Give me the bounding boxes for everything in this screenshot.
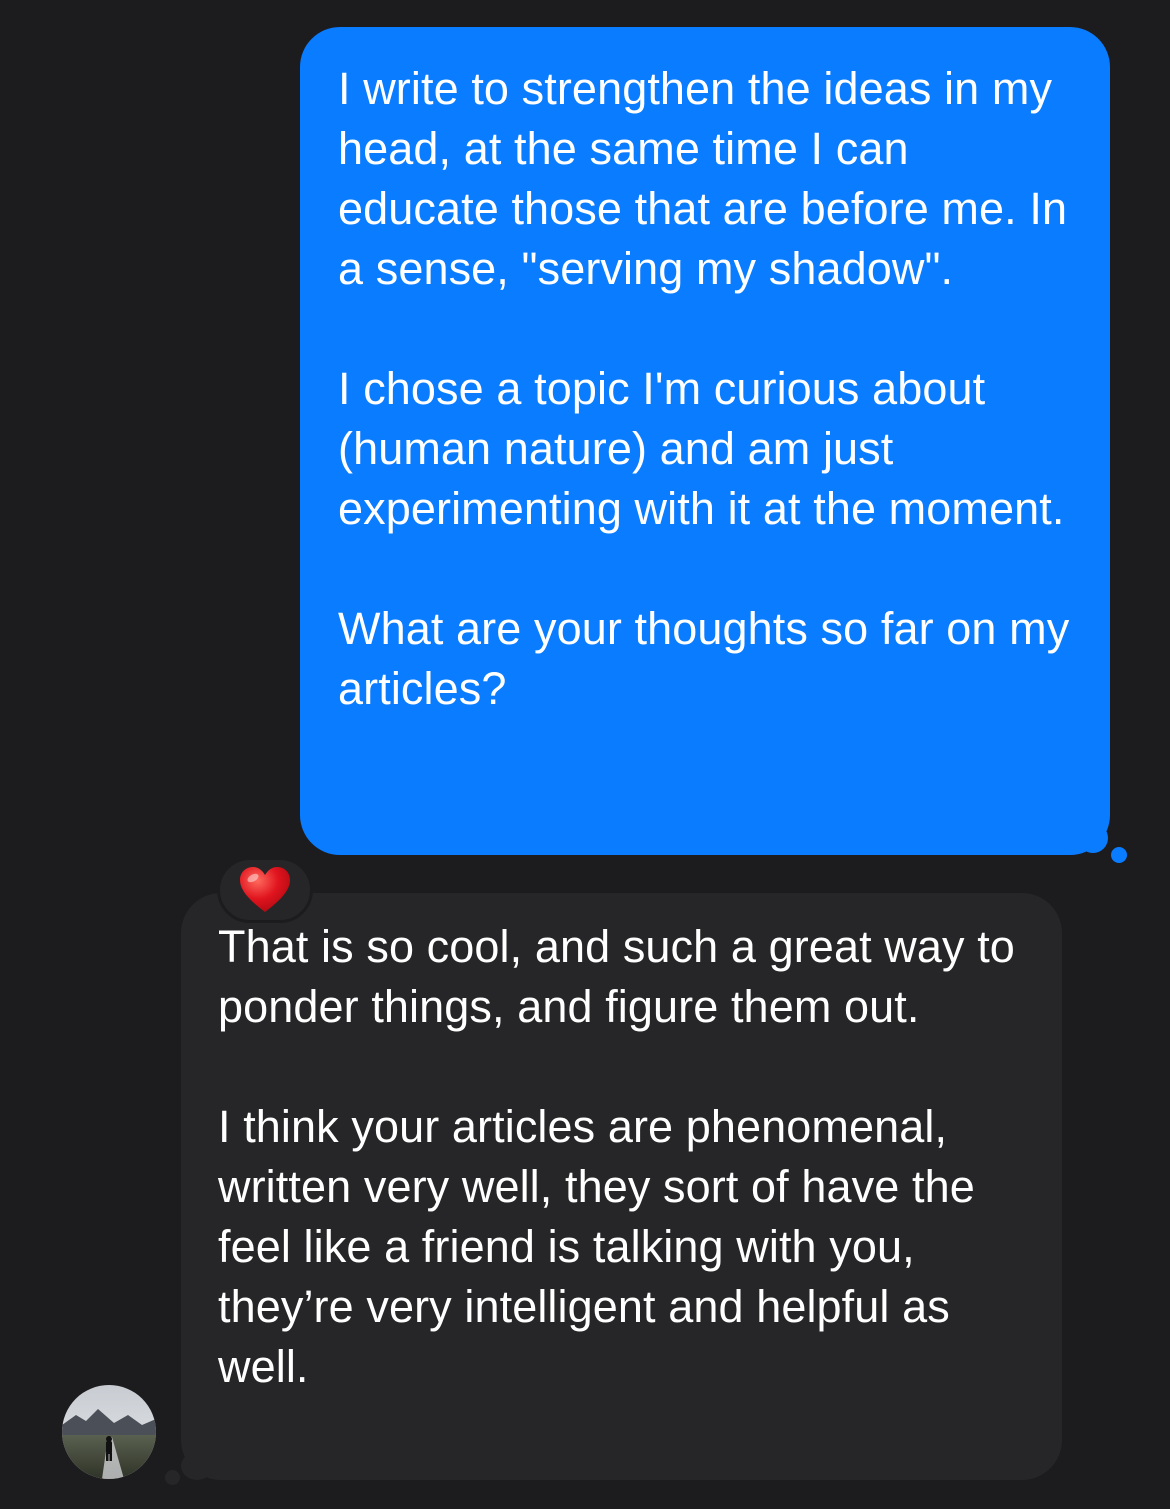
outgoing-message-paragraph-1: I write to strengthen the ideas in my he… xyxy=(338,63,1068,294)
outgoing-bubble-tail xyxy=(1078,823,1108,853)
incoming-message-paragraph-1: That is so cool, and such a great way to… xyxy=(218,921,1015,1032)
outgoing-bubble-tail-dot xyxy=(1111,847,1127,863)
outgoing-message-bubble[interactable]: I write to strengthen the ideas in my he… xyxy=(300,27,1110,855)
incoming-bubble-tail-dot xyxy=(165,1470,180,1485)
outgoing-message-paragraph-2: I chose a topic I'm curious about (human… xyxy=(338,363,1065,534)
contact-avatar[interactable] xyxy=(62,1385,156,1479)
incoming-message-paragraph-2: I think your articles are phenomenal, wr… xyxy=(218,1101,975,1392)
avatar-photo xyxy=(62,1385,156,1479)
heart-reaction-badge[interactable] xyxy=(217,857,313,923)
outgoing-message-paragraph-3: What are your thoughts so far on my arti… xyxy=(338,603,1070,714)
incoming-bubble-tail xyxy=(181,1452,213,1480)
heart-icon xyxy=(240,867,290,912)
incoming-message-bubble[interactable]: That is so cool, and such a great way to… xyxy=(181,893,1062,1480)
